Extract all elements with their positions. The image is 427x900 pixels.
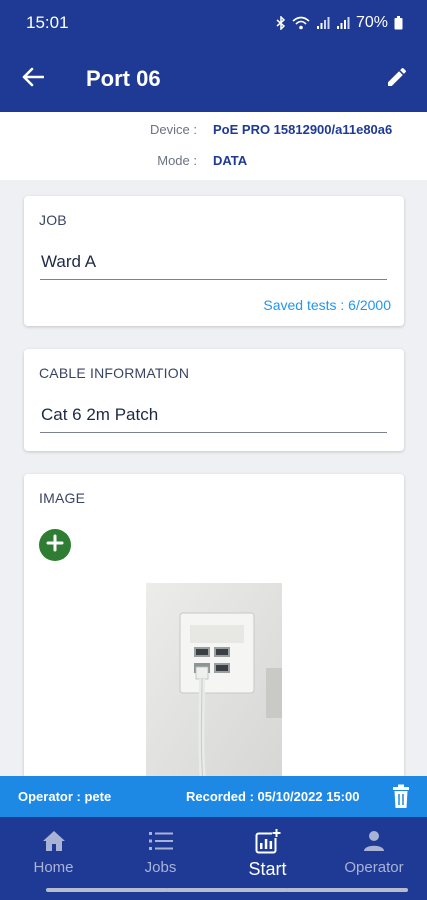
nav-home[interactable]: Home <box>0 817 107 883</box>
chart-add-icon <box>255 827 281 855</box>
device-row: Device : PoE PRO 15812900/a11e80a6 <box>0 122 427 142</box>
cable-info-label: CABLE INFORMATION <box>39 365 190 381</box>
cable-info-card: CABLE INFORMATION <box>24 349 404 451</box>
status-bar: 15:01 70% <box>0 0 427 46</box>
pencil-icon <box>385 65 409 94</box>
add-circle-icon <box>46 534 64 557</box>
person-icon <box>363 827 385 855</box>
nav-jobs-label: Jobs <box>144 859 177 876</box>
mode-value: DATA <box>213 153 248 168</box>
port-photo[interactable] <box>146 583 282 783</box>
job-input[interactable] <box>40 244 387 280</box>
back-button[interactable] <box>0 46 66 112</box>
signal-icon-2 <box>336 16 350 30</box>
job-card: JOB Saved tests : 6/2000 <box>24 196 404 326</box>
battery-percent: 70% <box>355 14 388 31</box>
home-icon <box>42 827 66 855</box>
signal-icon <box>316 16 330 30</box>
arrow-back-icon <box>22 67 45 92</box>
mode-row: Mode : DATA <box>0 153 427 173</box>
nav-operator[interactable]: Operator <box>321 817 427 883</box>
gesture-bar-left <box>46 888 168 892</box>
cable-info-input[interactable] <box>40 397 387 433</box>
gesture-bar-center <box>166 888 288 892</box>
job-label: JOB <box>39 212 67 228</box>
device-value: PoE PRO 15812900/a11e80a6 <box>213 122 393 137</box>
device-info: Device : PoE PRO 15812900/a11e80a6 Mode … <box>0 112 427 180</box>
list-icon <box>148 827 174 855</box>
nav-jobs[interactable]: Jobs <box>107 817 214 883</box>
image-card: IMAGE <box>24 474 404 794</box>
bottom-navigation: Home Jobs Start Operator <box>0 817 427 900</box>
saved-tests-count: Saved tests : 6/2000 <box>263 297 391 313</box>
status-icons: 70% <box>276 14 403 32</box>
nav-start[interactable]: Start <box>214 817 321 883</box>
nav-operator-label: Operator <box>344 859 404 876</box>
nav-home-label: Home <box>33 859 74 876</box>
app-bar: Port 06 <box>0 46 427 112</box>
edit-button[interactable] <box>367 46 427 112</box>
delete-button[interactable] <box>389 784 413 810</box>
wifi-icon <box>292 16 310 30</box>
nav-start-label: Start <box>248 859 287 879</box>
mode-label: Mode : <box>157 153 197 168</box>
recorded-info: Recorded : 05/10/2022 15:00 <box>186 789 360 804</box>
bluetooth-icon <box>276 16 286 30</box>
gesture-bar-right <box>286 888 408 892</box>
device-label: Device : <box>150 122 197 137</box>
page-title: Port 06 <box>86 66 161 91</box>
operator-bar: Operator : pete Recorded : 05/10/2022 15… <box>0 776 427 817</box>
add-image-button[interactable] <box>39 529 71 561</box>
image-label: IMAGE <box>39 490 86 506</box>
battery-icon <box>394 16 403 30</box>
trash-icon <box>389 784 413 813</box>
operator-info: Operator : pete <box>18 789 112 804</box>
status-time: 15:01 <box>26 13 69 32</box>
